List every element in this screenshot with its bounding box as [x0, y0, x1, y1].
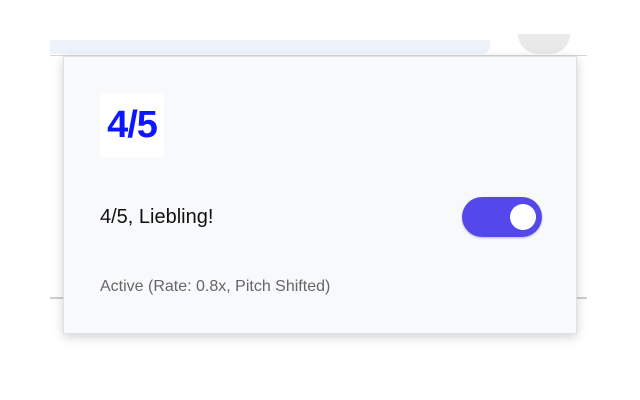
- status-text: Active (Rate: 0.8x, Pitch Shifted): [100, 278, 331, 295]
- logo-text: 4/5: [107, 104, 158, 146]
- browser-page: 4/5 4/5, Liebling! Active (Rate: 0.8x, P…: [0, 0, 640, 400]
- enable-toggle[interactable]: [462, 197, 542, 237]
- browser-tab-bubble: [518, 34, 570, 54]
- browser-tab-strip: [50, 40, 490, 54]
- site-label: 4/5, Liebling!: [100, 206, 214, 228]
- toggle-knob: [510, 204, 536, 230]
- site-toggle-row: 4/5, Liebling!: [100, 195, 542, 239]
- extension-popup: 4/5 4/5, Liebling! Active (Rate: 0.8x, P…: [63, 56, 577, 334]
- extension-logo: 4/5: [100, 93, 164, 157]
